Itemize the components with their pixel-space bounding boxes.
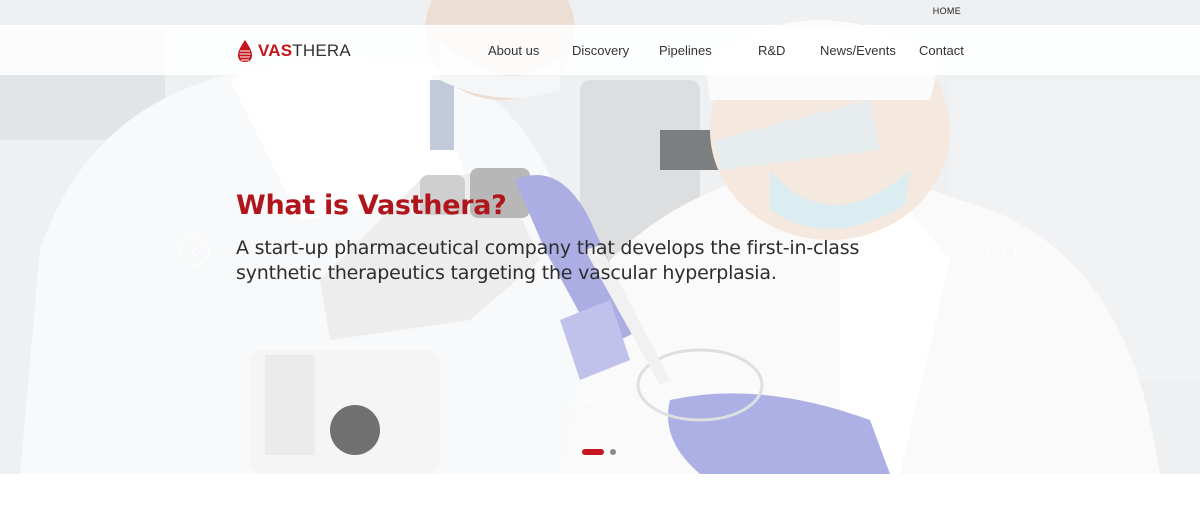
mouse-scroll-icon[interactable] — [589, 412, 598, 425]
hero-subtitle-line-2: synthetic therapeutics targeting the vas… — [236, 262, 777, 284]
hero-title: What is Vasthera? — [236, 190, 507, 221]
slide-indicator[interactable] — [610, 449, 616, 455]
vasthera-logo[interactable]: VASTHERA — [236, 38, 351, 64]
nav-news-events[interactable]: News/Events — [820, 43, 896, 58]
hero-subtitle-line-1: A start-up pharmaceutical company that d… — [236, 237, 860, 259]
logo-wordmark: VASTHERA — [258, 41, 351, 61]
next-slide-button[interactable] — [987, 237, 1016, 266]
chevron-left-icon — [190, 246, 197, 257]
home-link[interactable]: HOME — [933, 6, 961, 16]
nav-contact[interactable]: Contact — [919, 43, 964, 58]
logo-wordmark-dark: THERA — [292, 41, 351, 60]
scroll-down-label[interactable]: Scroll Down — [566, 398, 622, 407]
droplet-logo-icon — [238, 40, 252, 62]
nav-discovery[interactable]: Discovery — [572, 43, 629, 58]
prev-slide-button[interactable] — [180, 237, 209, 266]
slide-indicator-active[interactable] — [582, 449, 604, 455]
chevron-right-icon — [999, 246, 1006, 257]
nav-pipelines[interactable]: Pipelines — [659, 43, 712, 58]
nav-about-us[interactable]: About us — [488, 43, 539, 58]
logo-wordmark-red: VAS — [258, 41, 293, 60]
nav-rnd[interactable]: R&D — [758, 43, 785, 58]
hero-subtitle: A start-up pharmaceutical company that d… — [236, 236, 876, 286]
main-navbar: VASTHERA About us Discovery Pipelines R&… — [0, 25, 1200, 75]
